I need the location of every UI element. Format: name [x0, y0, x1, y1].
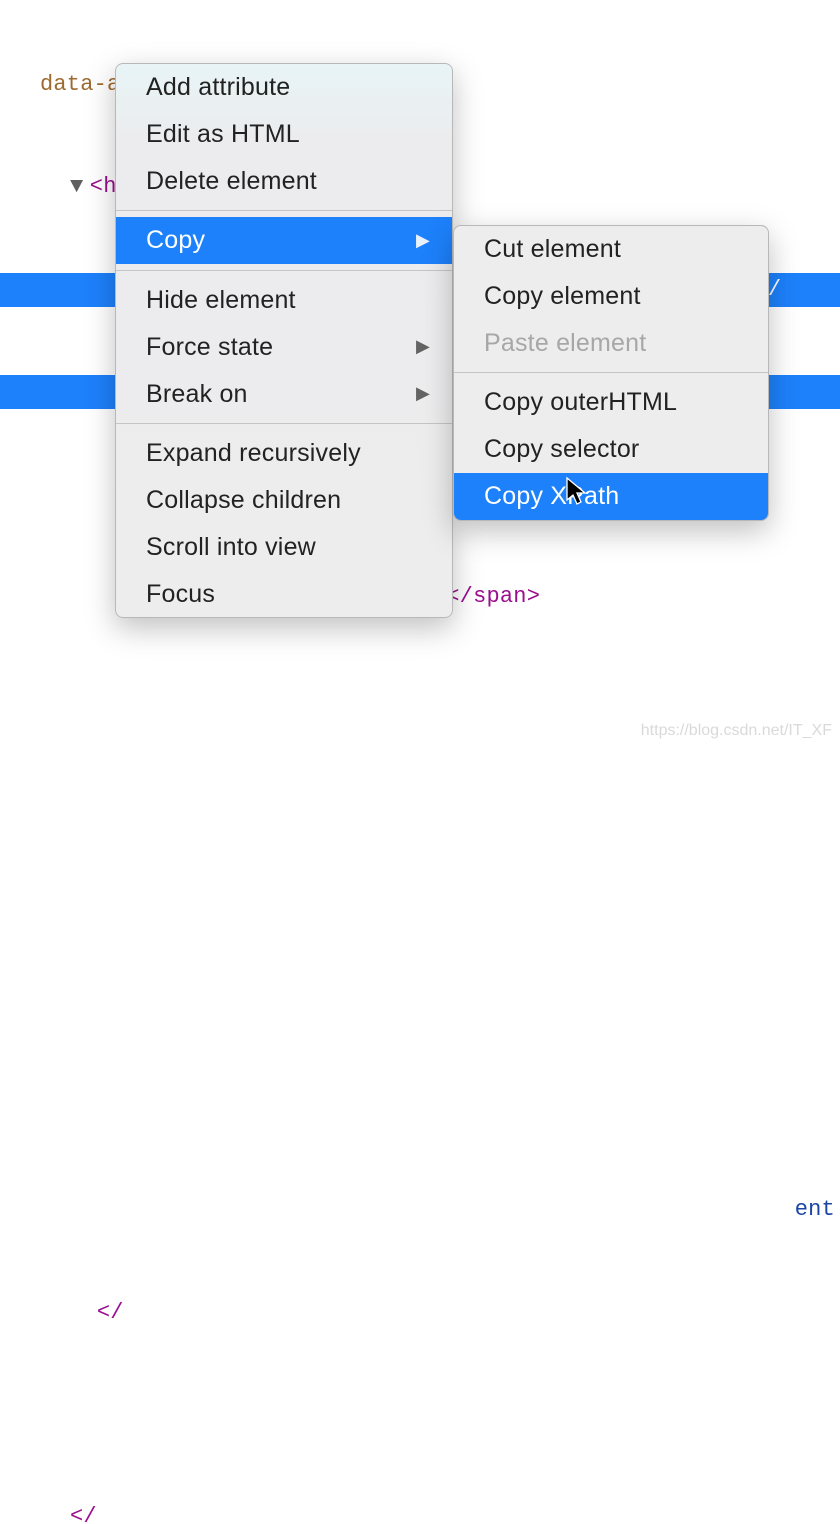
ctx-add-attribute[interactable]: Add attribute: [116, 64, 452, 111]
ctx-label: Delete element: [146, 162, 317, 201]
ctx-hide-element[interactable]: Hide element: [116, 277, 452, 324]
sub-copy-element[interactable]: Copy element: [454, 273, 768, 320]
separator: [116, 210, 452, 211]
blank-line: [0, 1398, 840, 1432]
ctx-break-on[interactable]: Break on: [116, 371, 452, 418]
separator: [116, 270, 452, 271]
ctx-label: Break on: [146, 375, 248, 414]
code-line[interactable]: </: [0, 1500, 840, 1524]
ctx-delete-element[interactable]: Delete element: [116, 158, 452, 205]
ctx-focus[interactable]: Focus: [116, 571, 452, 618]
ctx-label: Cut element: [484, 230, 621, 269]
ctx-copy[interactable]: Copy: [116, 217, 452, 264]
close-frag: </: [97, 1300, 124, 1325]
blank-line: [0, 1091, 840, 1125]
angle-open: <: [90, 174, 103, 199]
ctx-label: Copy selector: [484, 430, 639, 469]
sub-copy-selector[interactable]: Copy selector: [454, 426, 768, 473]
code-line[interactable]: ent: [0, 1193, 840, 1227]
ctx-label: Copy outerHTML: [484, 383, 677, 422]
ctx-label: Hide element: [146, 281, 296, 320]
ctx-label: Scroll into view: [146, 528, 316, 567]
submenu-arrow-icon: [416, 227, 430, 255]
context-submenu-copy[interactable]: Cut element Copy element Paste element C…: [453, 225, 769, 521]
separator: [116, 423, 452, 424]
sub-copy-outerhtml[interactable]: Copy outerHTML: [454, 379, 768, 426]
ctx-label: Edit as HTML: [146, 115, 300, 154]
ctx-label: Force state: [146, 328, 273, 367]
sub-cut-element[interactable]: Cut element: [454, 226, 768, 273]
angle-close: >: [527, 584, 540, 609]
ctx-edit-as-html[interactable]: Edit as HTML: [116, 111, 452, 158]
submenu-arrow-icon: [416, 380, 430, 408]
ctx-label: Copy element: [484, 277, 641, 316]
blank-line: [0, 886, 840, 920]
blank-line: [0, 989, 840, 1023]
ctx-label: Paste element: [484, 324, 646, 363]
ctx-label: Expand recursively: [146, 434, 361, 473]
blank-line: [0, 682, 840, 716]
tag-name: span: [473, 584, 527, 609]
ctx-label: Copy XPath: [484, 477, 619, 516]
code-line[interactable]: </: [0, 1296, 840, 1330]
ctx-label: Add attribute: [146, 68, 290, 107]
ctx-scroll-into-view[interactable]: Scroll into view: [116, 524, 452, 571]
ctx-label: Copy: [146, 221, 205, 260]
ctx-expand-recursively[interactable]: Expand recursively: [116, 430, 452, 477]
ctx-label: Collapse children: [146, 481, 341, 520]
sub-paste-element: Paste element: [454, 320, 768, 367]
frag: ent: [795, 1197, 835, 1222]
context-menu[interactable]: Add attribute Edit as HTML Delete elemen…: [115, 63, 453, 618]
collapse-triangle-icon[interactable]: ▼: [70, 170, 90, 204]
watermark: https://blog.csdn.net/IT_XF: [641, 719, 832, 744]
submenu-arrow-icon: [416, 333, 430, 361]
separator: [454, 372, 768, 373]
sub-copy-xpath[interactable]: Copy XPath: [454, 473, 768, 520]
ctx-label: Focus: [146, 575, 215, 614]
blank-line: [0, 784, 840, 818]
ctx-force-state[interactable]: Force state: [116, 324, 452, 371]
close-frag: </: [70, 1504, 97, 1524]
ctx-collapse-children[interactable]: Collapse children: [116, 477, 452, 524]
